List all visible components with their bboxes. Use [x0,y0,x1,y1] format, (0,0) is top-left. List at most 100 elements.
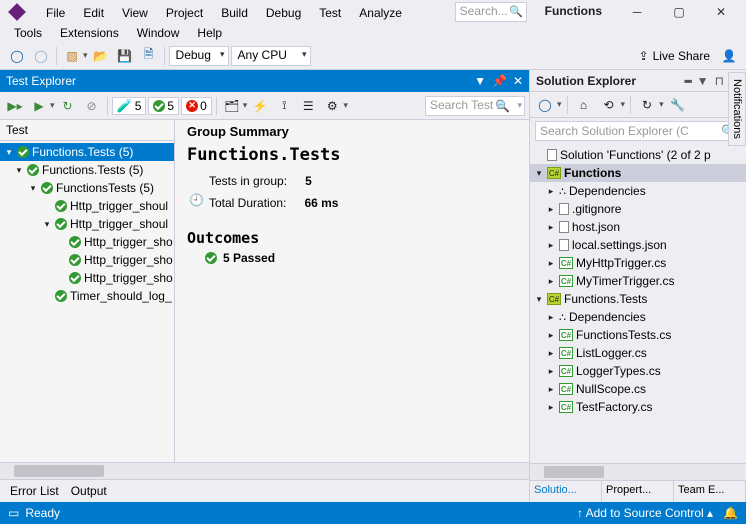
test-node[interactable]: ▾FunctionsTests (5) [0,179,174,197]
menu-extensions[interactable]: Extensions [52,24,127,42]
solution-node[interactable]: ▾C#Functions [530,164,746,182]
solution-node[interactable]: ▸∴Dependencies [530,308,746,326]
solution-explorer-header[interactable]: Solution Explorer ▪▪▪ ▼ ⊓ ✕ [530,70,746,92]
pin-icon[interactable]: ⊓ [715,74,724,88]
tree-header[interactable]: Test [0,120,174,141]
test-node[interactable]: Http_trigger_sho [0,269,174,287]
new-project-button[interactable]: ▧ [61,45,83,67]
test-node[interactable]: Http_trigger_sho [0,233,174,251]
nav-back-button[interactable]: ◯ [6,45,28,67]
cs-file-icon: C# [559,383,573,395]
close-panel-icon[interactable]: ✕ [513,74,523,88]
vs-logo-icon [8,3,26,21]
overflow-icon[interactable]: ▪▪▪ [684,74,691,88]
csproj-icon: C# [547,293,561,305]
solution-node[interactable]: ▸.gitignore [530,200,746,218]
maximize-button[interactable]: ▢ [662,1,696,23]
playlist-button[interactable]: 🗂 [221,95,243,117]
wrench-icon[interactable]: 🔧 [667,94,689,116]
solution-node[interactable]: ▾C#Functions.Tests [530,290,746,308]
tab-team[interactable]: Team E... [674,481,746,502]
test-node[interactable]: Http_trigger_sho [0,251,174,269]
menu-file[interactable]: File [38,4,73,22]
tab-output[interactable]: Output [71,484,107,498]
tab-error-list[interactable]: Error List [10,484,59,498]
settings-button[interactable]: ⚙ [321,95,343,117]
cs-file-icon: C# [559,257,573,269]
pass-icon [17,146,29,158]
run-button[interactable]: ▶ [28,95,50,117]
solution-node[interactable]: ▸C#FunctionsTests.cs [530,326,746,344]
solution-node[interactable]: ▸host.json [530,218,746,236]
open-file-button[interactable]: 📂 [90,45,112,67]
save-all-button[interactable]: 🗎 [138,45,160,67]
menu-build[interactable]: Build [213,4,256,22]
test-node[interactable]: ▾Functions.Tests (5) [0,143,174,161]
sync-icon[interactable]: ⟲ [598,94,620,116]
solution-node[interactable]: ▸C#TestFactory.cs [530,398,746,416]
repeat-button[interactable]: ↻ [57,95,79,117]
cs-file-icon: C# [559,329,573,341]
window-position-icon[interactable]: ▼ [697,74,709,88]
solution-node[interactable]: ▸C#LoggerTypes.cs [530,362,746,380]
menu-edit[interactable]: Edit [75,4,112,22]
menu-window[interactable]: Window [129,24,188,42]
test-node[interactable]: Http_trigger_shoul [0,197,174,215]
failed-counter[interactable]: ✕0 [181,97,212,115]
cs-file-icon: C# [559,365,573,377]
pass-icon [69,272,81,284]
quick-launch-input[interactable]: Search...🔍 [455,2,527,22]
se-h-scrollbar[interactable] [530,463,746,480]
bell-icon[interactable]: 🔔 [723,506,738,520]
summary-group: Functions.Tests [187,145,517,165]
test-explorer-header[interactable]: Test Explorer ▼ 📌 ✕ [0,70,529,92]
notifications-tab[interactable]: Notifications [728,72,746,146]
solution-node[interactable]: ▸C#NullScope.cs [530,380,746,398]
total-tests-counter[interactable]: 🧪5 [112,97,147,115]
solution-node[interactable]: ▸∴Dependencies [530,182,746,200]
group-button[interactable]: ⟟ [273,95,295,117]
solution-node[interactable]: ▸C#MyTimerTrigger.cs [530,272,746,290]
pin-icon[interactable]: 📌 [492,74,507,88]
test-node[interactable]: Timer_should_log_ [0,287,174,305]
solution-node[interactable]: ▸C#MyHttpTrigger.cs [530,254,746,272]
config-combo[interactable]: Debug [169,46,229,66]
beaker-icon: 🧪 [117,98,133,114]
tab-properties[interactable]: Propert... [602,481,674,502]
tab-solution[interactable]: Solutio... [530,481,602,502]
menu-test[interactable]: Test [311,4,349,22]
nav-fwd-button[interactable]: ◯ [30,45,52,67]
solution-search-input[interactable]: Search Solution Explorer (C🔍 [535,121,741,141]
csproj-icon: C# [547,167,561,179]
test-search-input[interactable]: Search Test E🔍▾ [425,96,525,116]
h-scrollbar[interactable] [0,462,529,479]
menu-help[interactable]: Help [189,24,230,42]
test-node[interactable]: ▾Http_trigger_shoul [0,215,174,233]
pass-icon [27,164,39,176]
stop-icon[interactable]: ⊘ [81,95,103,117]
close-button[interactable]: ✕ [704,1,738,23]
se-back-button[interactable]: ◯ [534,94,556,116]
solution-node[interactable]: Solution 'Functions' (2 of 2 p [530,146,746,164]
passed-counter[interactable]: 5 [148,97,179,115]
filter-button[interactable]: ⚡ [249,95,271,117]
add-source-control[interactable]: ↑ Add to Source Control ▴ [577,506,713,520]
home-icon[interactable]: ⌂ [573,94,595,116]
test-node[interactable]: ▾Functions.Tests (5) [0,161,174,179]
liveshare-button[interactable]: ⇪ Live Share [633,49,716,63]
solution-node[interactable]: ▸C#ListLogger.cs [530,344,746,362]
run-all-button[interactable]: ▶▸ [4,95,26,117]
refresh-icon[interactable]: ↻ [636,94,658,116]
solution-node[interactable]: ▸local.settings.json [530,236,746,254]
minimize-button[interactable]: ─ [620,1,654,23]
columns-button[interactable]: ☰ [297,95,319,117]
platform-combo[interactable]: Any CPU [231,46,311,66]
save-button[interactable]: 💾 [114,45,136,67]
menu-project[interactable]: Project [158,4,211,22]
menu-tools[interactable]: Tools [6,24,50,42]
menu-debug[interactable]: Debug [258,4,309,22]
window-position-icon[interactable]: ▼ [474,74,486,88]
menu-view[interactable]: View [114,4,156,22]
menu-analyze[interactable]: Analyze [351,4,410,22]
feedback-button[interactable]: 👤 [718,45,740,67]
